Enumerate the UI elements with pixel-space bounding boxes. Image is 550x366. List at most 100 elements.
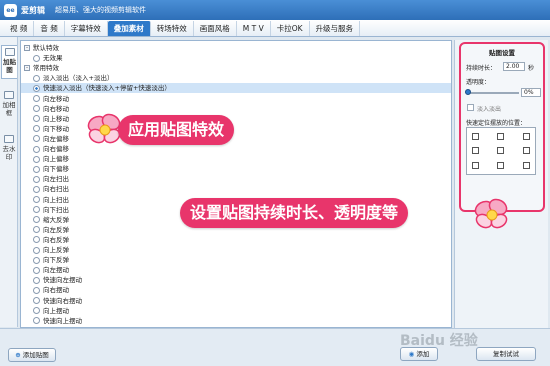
radio-button[interactable] — [33, 125, 40, 133]
tree-item[interactable]: 淡入淡出（淡入+淡出） — [21, 73, 451, 83]
tab-subtitle-effects[interactable]: 字幕特效 — [65, 21, 108, 36]
tab-upgrade-services[interactable]: 升级与服务 — [310, 21, 361, 36]
tab-picture-style[interactable]: 画面风格 — [194, 21, 237, 36]
tab-video[interactable]: 视 频 — [4, 21, 35, 36]
position-middle-right[interactable] — [523, 147, 530, 154]
opacity-slider-track[interactable] — [467, 92, 519, 94]
position-center[interactable] — [497, 147, 504, 154]
tree-item[interactable]: 向右反弹 — [21, 235, 451, 245]
tree-item[interactable]: 快速向上摆动 — [21, 316, 451, 326]
effects-tree-list[interactable]: - 默认特效 无效果 - 常用特效 淡入淡出（淡入+淡出） 快速淡入淡出（快速淡入+停留+快… — [20, 40, 452, 328]
tree-label: 常用特效 — [33, 64, 59, 73]
tree-label: 向下反弹 — [43, 256, 69, 265]
tree-item[interactable]: 向右扫出 — [21, 184, 451, 194]
position-middle-left[interactable] — [472, 147, 479, 154]
radio-button[interactable] — [33, 165, 40, 173]
tree-item[interactable]: 快速向右摆动 — [21, 296, 451, 306]
radio-button[interactable] — [33, 236, 40, 244]
add-sticker-button[interactable]: ⊕ 添加贴图 — [8, 348, 56, 362]
radio-button[interactable] — [33, 115, 40, 123]
tree-item[interactable]: 向上偏移 — [21, 154, 451, 164]
tree-group[interactable]: - 默认特效 — [21, 43, 451, 53]
tree-item[interactable]: 向上摆动 — [21, 306, 451, 316]
radio-button[interactable] — [33, 317, 40, 325]
radio-button[interactable] — [33, 286, 40, 294]
duration-unit: 秒 — [528, 65, 535, 72]
tree-label: 快速向上摆动 — [43, 316, 82, 325]
tree-item[interactable]: 向下偏移 — [21, 164, 451, 174]
collapse-toggle-icon[interactable]: - — [24, 65, 30, 72]
position-bottom-center[interactable] — [497, 162, 504, 169]
app-name: 爱剪辑 — [21, 5, 45, 15]
radio-button[interactable] — [33, 185, 40, 193]
position-label: 快速定位摆放的位置： — [466, 120, 527, 127]
radio-button[interactable] — [33, 74, 40, 82]
volume-button-label: 添加 — [416, 350, 430, 358]
tree-label: 向右扫出 — [43, 185, 69, 194]
tree-item[interactable]: 向左扫出 — [21, 174, 451, 184]
title-bar: ee 爱剪辑 超易用、强大的视频剪辑软件 — [0, 0, 550, 20]
radio-button[interactable] — [33, 155, 40, 163]
duration-input[interactable]: 2.00 — [503, 62, 525, 71]
radio-button[interactable] — [33, 206, 40, 214]
tree-group[interactable]: - 常用特效 — [21, 63, 451, 73]
nav-add-sticker[interactable]: 加贴图 — [1, 45, 17, 79]
tree-item[interactable]: 快速淡入淡出（快速淡入+停留+快速淡出） — [21, 83, 451, 94]
add-sticker-button-label: 添加贴图 — [22, 351, 49, 359]
radio-button[interactable] — [33, 135, 40, 143]
flower-decoration-icon — [472, 195, 512, 235]
tab-audio[interactable]: 音 频 — [34, 21, 65, 36]
position-top-center[interactable] — [497, 133, 504, 140]
tab-karaoke[interactable]: 卡拉OK — [271, 21, 310, 36]
nav-add-frame-label: 加相框 — [2, 101, 16, 117]
radio-button[interactable] — [33, 307, 40, 315]
radio-button[interactable] — [33, 175, 40, 183]
tree-label: 向右摆动 — [43, 286, 69, 295]
nav-remove-watermark[interactable]: 去水印 — [1, 133, 17, 167]
tree-item[interactable]: 向左移动 — [21, 94, 451, 104]
radio-button[interactable] — [33, 276, 40, 284]
position-top-left[interactable] — [472, 133, 479, 140]
radio-button[interactable] — [33, 256, 40, 264]
main-menu-bar: 视 频 音 频 字幕特效 叠加素材 转场特效 画面风格 M T V 卡拉OK 升… — [0, 20, 550, 37]
radio-button[interactable] — [33, 226, 40, 234]
radio-button[interactable] — [33, 266, 40, 274]
tab-transition-effects[interactable]: 转场特效 — [151, 21, 194, 36]
radio-button[interactable] — [33, 145, 40, 153]
opacity-slider-knob[interactable] — [465, 89, 471, 95]
tree-label: 向上偏移 — [43, 155, 69, 164]
tree-item[interactable]: 向右摆动 — [21, 285, 451, 295]
radio-button[interactable] — [33, 54, 40, 62]
watermark-icon — [4, 135, 14, 143]
tree-label: 向左反弹 — [43, 225, 69, 234]
position-bottom-right[interactable] — [523, 162, 530, 169]
tree-label: 向左偏移 — [43, 134, 69, 143]
radio-button[interactable] — [33, 84, 40, 92]
position-top-right[interactable] — [523, 133, 530, 140]
sticker-settings-box: 贴图设置 持续时长： 2.00 秒 透明度： 0% 淡入淡出 快速定位摆放的位置… — [459, 42, 545, 212]
tree-item[interactable]: 快速向左摆动 — [21, 275, 451, 285]
settings-side-panel: 贴图设置 持续时长： 2.00 秒 透明度： 0% 淡入淡出 快速定位摆放的位置… — [454, 40, 548, 328]
radio-button[interactable] — [33, 297, 40, 304]
tree-item[interactable]: 向下反弹 — [21, 255, 451, 265]
radio-button[interactable] — [33, 95, 40, 102]
position-bottom-left[interactable] — [472, 162, 479, 169]
nav-add-frame[interactable]: 加相框 — [1, 89, 17, 123]
radio-button[interactable] — [33, 246, 40, 254]
collapse-toggle-icon[interactable]: - — [24, 45, 30, 51]
tab-mtv[interactable]: M T V — [237, 21, 271, 36]
opacity-label: 透明度： — [466, 79, 491, 86]
radio-button[interactable] — [33, 216, 40, 224]
fade-checkbox[interactable] — [467, 104, 474, 111]
opacity-value-field[interactable]: 0% — [521, 88, 541, 97]
tree-label: 向下偏移 — [43, 165, 69, 174]
radio-button[interactable] — [33, 196, 40, 203]
tab-overlay-materials[interactable]: 叠加素材 — [107, 21, 151, 36]
tree-item[interactable]: 无效果 — [21, 53, 451, 63]
preview-button[interactable]: 复制试试 — [476, 347, 536, 361]
radio-button[interactable] — [33, 105, 40, 113]
tree-label: 向左移动 — [43, 94, 69, 103]
nav-add-sticker-label: 加贴图 — [3, 58, 16, 74]
tree-item[interactable]: 向左摆动 — [21, 265, 451, 275]
tree-item[interactable]: 向上反弹 — [21, 245, 451, 255]
